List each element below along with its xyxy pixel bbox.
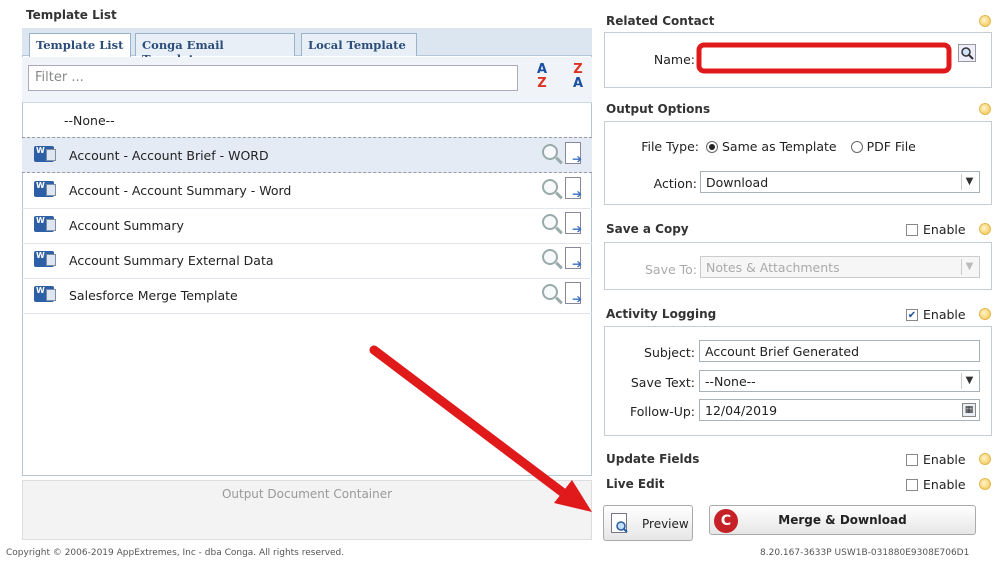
word-document-icon: W (34, 146, 56, 162)
subject-label: Subject: (644, 345, 695, 360)
annotation-arrow (369, 345, 592, 512)
help-icon[interactable] (979, 15, 991, 27)
chevron-down-icon: ▼ (961, 174, 977, 190)
version-text: 8.20.167-3633P USW1B-031880E9308E706D1 (760, 548, 970, 558)
save-text-select[interactable]: --None-- ▼ (699, 370, 980, 392)
tab-local-template[interactable]: Local Template (301, 33, 417, 56)
activity-logging-title: Activity Logging (606, 307, 717, 321)
document-download-icon[interactable] (565, 247, 582, 271)
document-download-icon[interactable] (565, 212, 582, 236)
list-item[interactable]: W Account - Account Summary - Word (22, 173, 592, 209)
live-edit-enable-label: Enable (923, 477, 966, 492)
template-list-title: Template List (26, 8, 117, 22)
preview-button[interactable]: Preview (603, 505, 693, 541)
preview-magnifier-icon[interactable] (542, 214, 558, 230)
help-icon[interactable] (979, 478, 991, 490)
help-icon[interactable] (979, 308, 991, 320)
subject-input[interactable]: Account Brief Generated (699, 340, 980, 362)
list-item[interactable]: W Account - Account Brief - WORD (22, 137, 592, 173)
list-item[interactable]: W Salesforce Merge Template (22, 278, 592, 314)
sort-descending-icon[interactable]: ZA (564, 63, 592, 95)
tab-template-list[interactable]: Template List (29, 33, 131, 57)
document-download-icon[interactable] (565, 177, 582, 201)
chevron-down-icon: ▼ (961, 373, 977, 389)
preview-magnifier-icon[interactable] (542, 144, 558, 160)
activity-logging-enable-label: Enable (923, 307, 966, 322)
preview-document-icon (611, 513, 628, 533)
word-document-icon: W (34, 251, 56, 267)
save-copy-enable-label: Enable (923, 222, 966, 237)
save-to-label: Save To: (644, 262, 697, 277)
filter-input[interactable]: Filter ... (28, 65, 518, 91)
chevron-down-icon: ▼ (961, 259, 977, 275)
name-label: Name: (653, 52, 695, 67)
list-item[interactable]: W Account Summary (22, 208, 592, 244)
radio-pdf-file[interactable] (850, 141, 863, 153)
preview-magnifier-icon[interactable] (542, 179, 558, 195)
copyright-text: Copyright © 2006-2019 AppExtremes, Inc -… (6, 548, 345, 558)
update-fields-title: Update Fields (606, 452, 700, 466)
preview-magnifier-icon[interactable] (542, 284, 558, 300)
merge-download-button[interactable]: C Merge & Download (709, 505, 976, 535)
word-document-icon: W (34, 286, 56, 302)
follow-up-label: Follow-Up: (629, 404, 695, 419)
update-fields-enable-label: Enable (923, 452, 966, 467)
save-copy-title: Save a Copy (606, 222, 689, 236)
update-fields-enable-checkbox[interactable] (906, 454, 918, 466)
sort-ascending-icon[interactable]: AZ (528, 63, 556, 95)
live-edit-enable-checkbox[interactable] (906, 479, 918, 491)
tab-conga-email-templates[interactable]: Conga Email Templates (135, 33, 295, 66)
action-label: Action: (653, 176, 697, 191)
output-options-title: Output Options (606, 102, 711, 116)
save-copy-enable-checkbox[interactable] (906, 224, 918, 236)
live-edit-title: Live Edit (606, 477, 665, 491)
annotation-highlight (696, 42, 952, 74)
word-document-icon: W (34, 181, 56, 197)
help-icon[interactable] (979, 103, 991, 115)
radio-same-as-template[interactable] (706, 141, 718, 153)
save-to-select[interactable]: Notes & Attachments ▼ (700, 256, 980, 278)
action-select[interactable]: Download ▼ (700, 171, 980, 193)
document-download-icon[interactable] (565, 142, 582, 166)
calendar-icon[interactable]: ▦ (962, 403, 976, 417)
document-download-icon[interactable] (565, 282, 582, 306)
preview-magnifier-icon[interactable] (542, 249, 558, 265)
save-text-label: Save Text: (630, 375, 695, 390)
contact-lookup-icon[interactable] (958, 44, 976, 62)
help-icon[interactable] (979, 453, 991, 465)
follow-up-date-input[interactable]: 12/04/2019 ▦ (699, 399, 980, 421)
list-item[interactable]: --None-- (22, 103, 592, 139)
file-type-label: File Type: (641, 139, 699, 154)
word-document-icon: W (34, 216, 56, 232)
template-tabs: Template List Conga Email Templates Loca… (22, 28, 592, 66)
file-type-options: Same as Template PDF File (706, 139, 916, 154)
filter-bar: Filter ... AZ ZA (22, 57, 592, 103)
list-item[interactable]: W Account Summary External Data (22, 243, 592, 279)
related-contact-title: Related Contact (606, 14, 715, 28)
activity-logging-enable-checkbox[interactable]: ✔ (906, 309, 918, 321)
help-icon[interactable] (979, 223, 991, 235)
